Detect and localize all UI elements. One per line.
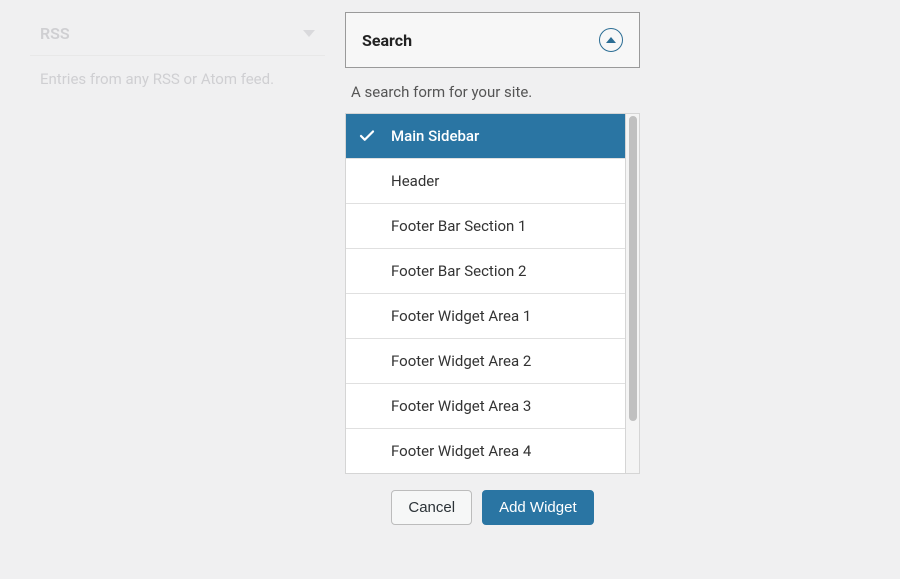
widget-area-item[interactable]: Main Sidebar	[346, 114, 625, 159]
widget-area-label: Footer Widget Area 1	[391, 307, 531, 325]
widget-rss-header[interactable]: RSS	[30, 12, 325, 56]
widget-search-header[interactable]: Search	[345, 12, 640, 68]
widget-area-item[interactable]: Footer Widget Area 2	[346, 339, 625, 384]
widget-area-item[interactable]: Header	[346, 159, 625, 204]
widget-area-label: Footer Widget Area 2	[391, 352, 531, 370]
check-icon	[358, 127, 376, 145]
widget-search-title: Search	[362, 31, 412, 50]
widget-area-label: Footer Bar Section 2	[391, 262, 526, 280]
widget-rss-description: Entries from any RSS or Atom feed.	[30, 56, 325, 103]
widget-area-label: Header	[391, 172, 439, 190]
action-buttons: Cancel Add Widget	[345, 474, 640, 525]
widget-area-item[interactable]: Footer Bar Section 2	[346, 249, 625, 294]
widget-rss-column: RSS Entries from any RSS or Atom feed.	[30, 12, 325, 525]
widget-area-label: Footer Widget Area 4	[391, 442, 531, 460]
collapse-toggle-icon[interactable]	[599, 28, 623, 52]
widget-area-item[interactable]: Footer Widget Area 4	[346, 429, 625, 473]
add-widget-button[interactable]: Add Widget	[482, 490, 594, 525]
chevron-up-icon	[606, 37, 616, 43]
cancel-button[interactable]: Cancel	[391, 490, 472, 525]
widget-area-item[interactable]: Footer Widget Area 1	[346, 294, 625, 339]
widget-area-list: Main Sidebar Header Footer Bar Section 1 Fo…	[345, 113, 626, 474]
scrollbar[interactable]	[626, 113, 640, 474]
scrollbar-thumb[interactable]	[629, 116, 637, 421]
widget-search-panel: Search A search form for your site. Main…	[345, 12, 640, 525]
widget-search-description: A search form for your site.	[345, 68, 640, 113]
widget-rss-title: RSS	[40, 24, 70, 43]
widget-area-label: Footer Bar Section 1	[391, 217, 526, 235]
widget-area-label: Footer Widget Area 3	[391, 397, 531, 415]
widget-area-label: Main Sidebar	[391, 127, 479, 145]
chevron-down-icon	[303, 30, 315, 37]
widget-area-item[interactable]: Footer Widget Area 3	[346, 384, 625, 429]
widget-area-item[interactable]: Footer Bar Section 1	[346, 204, 625, 249]
